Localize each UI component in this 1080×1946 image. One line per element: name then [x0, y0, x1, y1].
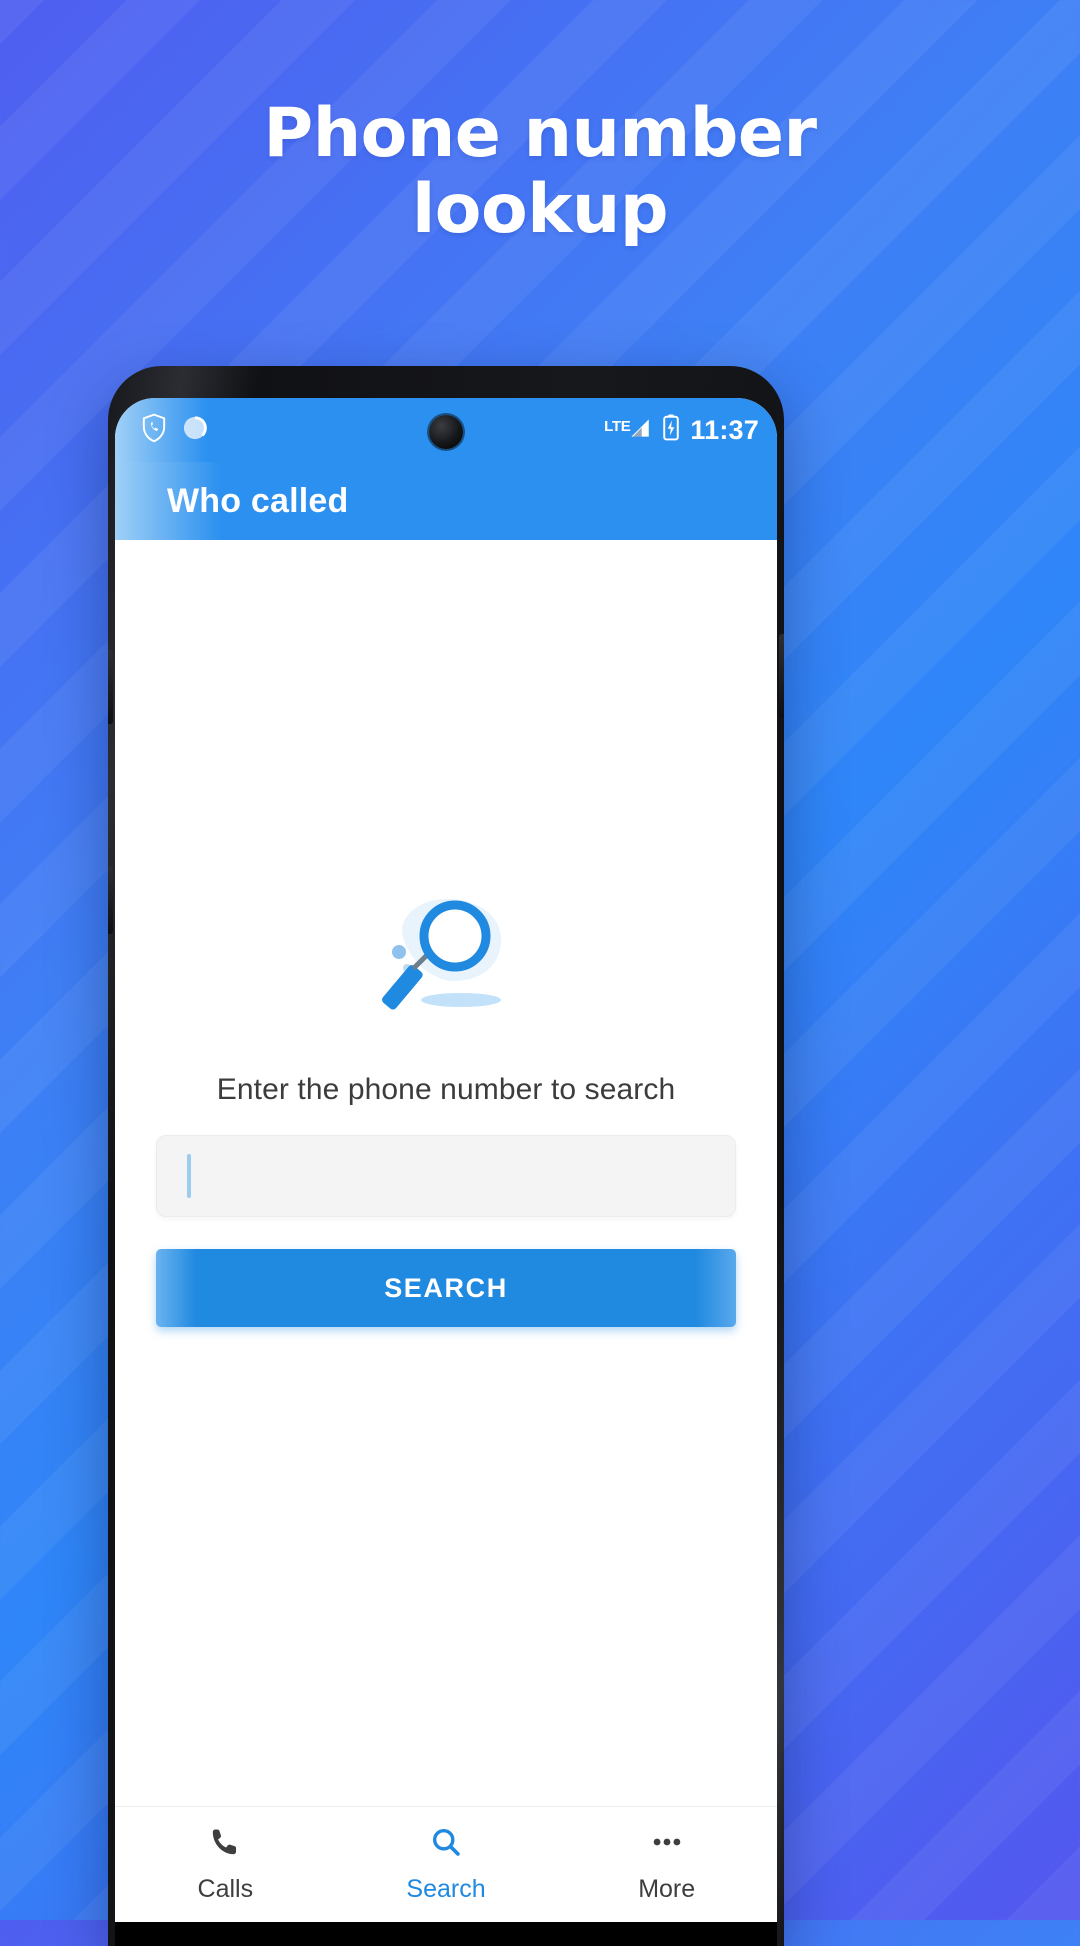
tab-more-label: More [638, 1875, 696, 1903]
phone-screen: LTE 11:37 Who called Enter the phone num… [115, 398, 777, 1946]
magnifier-illustration [351, 875, 541, 1035]
android-navigation-bar [115, 1922, 777, 1946]
volume-down-button[interactable] [108, 866, 113, 934]
tab-calls-label: Calls [197, 1875, 254, 1903]
promo-headline: Phone number lookup [0, 94, 1080, 250]
power-button[interactable] [779, 634, 784, 718]
phone-icon [208, 1825, 242, 1864]
status-bar-clock: 11:37 [690, 414, 759, 445]
app-bar: Who called [115, 462, 777, 540]
status-bar-right-icons: LTE 11:37 [604, 398, 759, 462]
phone-number-input[interactable] [156, 1135, 736, 1217]
headline-line-2: lookup [411, 170, 669, 250]
headline-line-1: Phone number [263, 94, 817, 173]
tab-calls[interactable]: Calls [115, 1825, 336, 1904]
battery-charging-icon [661, 413, 681, 447]
volume-up-button[interactable] [108, 650, 113, 724]
tab-search-label: Search [406, 1875, 486, 1903]
search-icon [429, 1825, 463, 1864]
status-bar: LTE 11:37 [115, 398, 777, 462]
status-bar-left-icons [141, 398, 209, 462]
text-caret [187, 1154, 191, 1198]
search-prompt-label: Enter the phone number to search [216, 1073, 676, 1106]
circle-progress-icon [181, 414, 209, 447]
tab-more[interactable]: More [556, 1825, 777, 1904]
signal-icon [626, 415, 652, 446]
main-content: Enter the phone number to search SEARCH [115, 540, 777, 1806]
search-button[interactable]: SEARCH [156, 1249, 736, 1327]
shield-phone-icon [141, 413, 167, 448]
bottom-tab-bar: Calls Search More [115, 1806, 777, 1922]
front-camera-punch-hole [429, 415, 463, 449]
tab-search[interactable]: Search [336, 1825, 557, 1904]
phone-mockup: LTE 11:37 Who called Enter the phone num… [108, 366, 784, 1946]
app-bar-title: Who called [167, 481, 349, 520]
more-icon [650, 1825, 684, 1864]
